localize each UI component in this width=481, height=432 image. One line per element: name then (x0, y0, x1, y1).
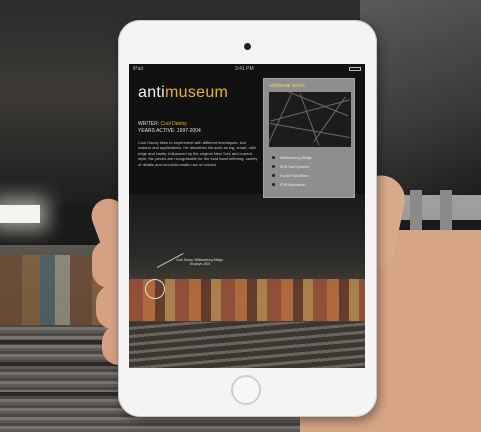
legend-item[interactable]: Williamsburg Bridge (272, 153, 352, 162)
status-time: 3:41 PM (235, 66, 254, 72)
battery-icon (349, 67, 361, 71)
panel-title: additional works (269, 83, 305, 89)
works-legend: Williamsburg Bridge MTA Yard Queens Hunt… (272, 153, 352, 189)
map-street (269, 122, 351, 139)
artist-info: WRITER: Cool Danny YEARS ACTIVE: 1997-20… (138, 121, 258, 167)
legend-item[interactable]: FDR Manhattan (272, 180, 352, 189)
additional-works-panel: additional works Williamsburg Bridge MTA… (263, 78, 355, 198)
legend-item[interactable]: MTA Yard Queens (272, 162, 352, 171)
tunnel-light (0, 205, 40, 223)
callout-text: Cool Danny. Williamsburg Bridge, Brookly… (176, 258, 224, 266)
artwork-hotspot[interactable] (145, 279, 165, 299)
logo-prefix: anti (138, 84, 165, 101)
years-value: 1997-2004 (176, 128, 201, 134)
status-bar: iPad 3:41 PM (129, 64, 365, 74)
years-label: YEARS ACTIVE: (138, 128, 176, 134)
writer-line: WRITER: Cool Danny (138, 121, 258, 128)
bridge-beam (360, 0, 481, 195)
artist-description: Cool Danny likes to experiment with diff… (138, 140, 258, 167)
logo-suffix: museum (165, 84, 229, 101)
location-dot-icon (272, 165, 275, 168)
location-dot-icon (272, 156, 275, 159)
legend-item[interactable]: Hunts Point Bronx (272, 171, 352, 180)
writer-label: WRITER: (138, 121, 160, 127)
writer-name: Cool Danny (160, 121, 187, 127)
home-button[interactable] (231, 375, 261, 405)
app-logo: antimuseum (138, 84, 228, 102)
camera-icon (244, 43, 251, 50)
status-carrier: iPad (133, 66, 144, 72)
location-dot-icon (272, 183, 275, 186)
years-line: YEARS ACTIVE: 1997-2004 (138, 128, 258, 135)
location-dot-icon (272, 174, 275, 177)
map-street (271, 92, 349, 117)
app-screen: iPad 3:41 PM antimuseum WRITER: Cool Dan… (129, 64, 365, 368)
camera-view-rails (129, 322, 365, 368)
location-map[interactable] (269, 92, 351, 147)
